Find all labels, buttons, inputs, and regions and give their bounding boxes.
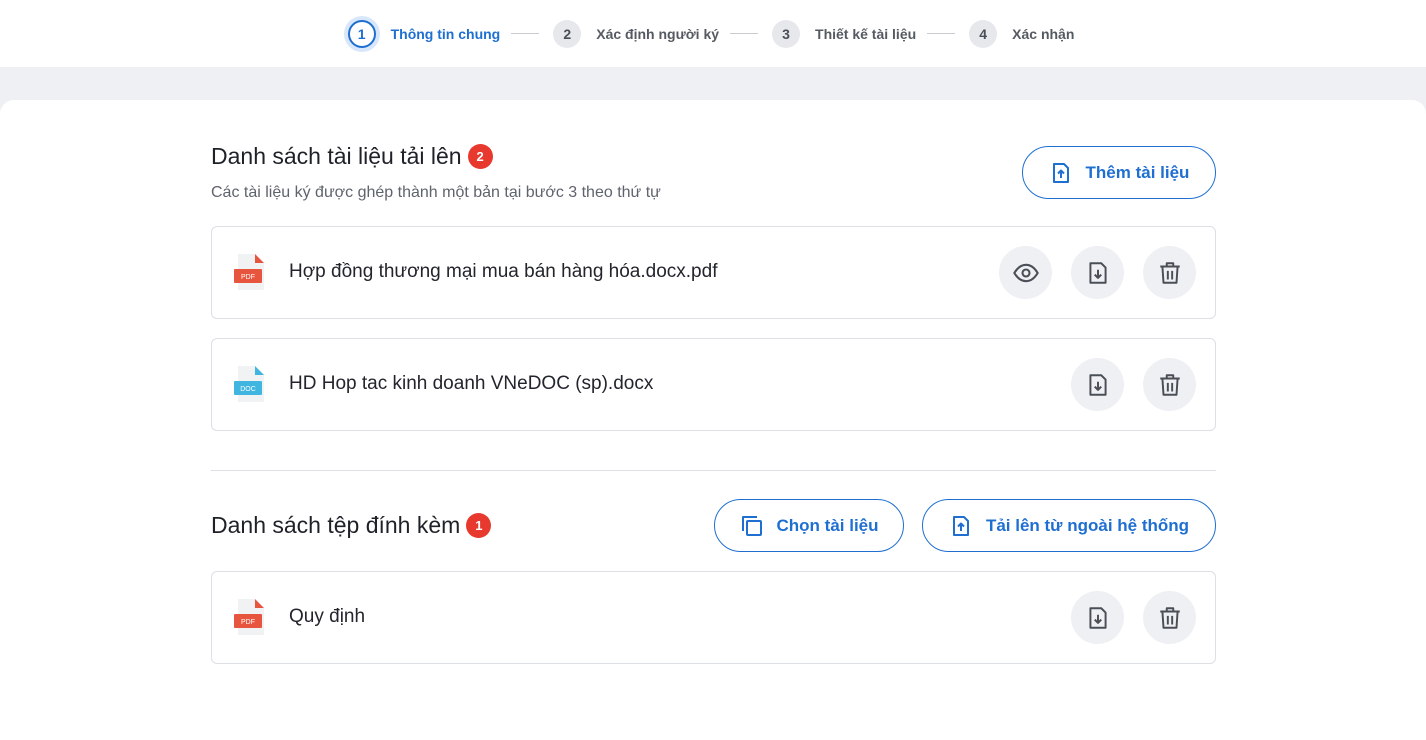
attachment-row: PDF Quy định (211, 571, 1216, 664)
attachments-count-badge: 1 (466, 513, 492, 538)
download-icon (1088, 606, 1107, 629)
stepper: 1 Thông tin chung 2 Xác định người ký 3 … (347, 19, 1075, 48)
step-3[interactable]: 3 Thiết kế tài liệu (772, 19, 917, 48)
delete-button[interactable] (1143, 358, 1196, 411)
download-icon (1088, 261, 1107, 284)
step-number: 1 (347, 19, 376, 48)
document-row: DOC HD Hop tac kinh doanh VNeDOC (sp).do… (211, 338, 1216, 431)
attachments-section-title: Danh sách tệp đính kèm 1 (211, 512, 492, 539)
step-connector (730, 33, 759, 34)
download-button[interactable] (1071, 358, 1124, 411)
pdf-file-icon: PDF (234, 598, 268, 643)
delete-button[interactable] (1143, 246, 1196, 299)
file-type-label: DOC (240, 386, 256, 393)
upload-icon (952, 515, 969, 536)
copy-icon (741, 515, 762, 536)
step-2[interactable]: 2 Xác định người ký (553, 19, 720, 48)
attachment-name[interactable]: Quy định (289, 606, 365, 628)
step-label: Xác định người ký (596, 25, 720, 42)
file-type-label: PDF (241, 619, 255, 626)
trash-icon (1159, 606, 1180, 629)
doc-file-icon: DOC (234, 365, 268, 410)
add-document-label: Thêm tài liệu (1085, 162, 1190, 182)
step-connector (511, 33, 540, 34)
documents-title: Danh sách tài liệu tải lên (211, 143, 462, 169)
download-button[interactable] (1071, 591, 1124, 644)
documents-subtitle: Các tài liệu ký được ghép thành một bản … (211, 184, 661, 201)
choose-document-button[interactable]: Chọn tài liệu (714, 499, 904, 552)
document-name[interactable]: HD Hop tac kinh doanh VNeDOC (sp).docx (289, 373, 653, 395)
document-name[interactable]: Hợp đồng thương mại mua bán hàng hóa.doc… (289, 261, 717, 283)
step-4[interactable]: 4 Xác nhận (969, 19, 1075, 48)
step-number: 2 (553, 19, 582, 48)
trash-icon (1159, 261, 1180, 284)
choose-document-label: Chọn tài liệu (776, 515, 879, 535)
step-label: Thông tin chung (390, 25, 501, 42)
step-number: 4 (969, 19, 998, 48)
section-divider (211, 470, 1216, 471)
view-button[interactable] (999, 246, 1052, 299)
step-label: Thiết kế tài liệu (815, 25, 917, 42)
documents-count-badge: 2 (467, 144, 493, 169)
pdf-file-icon: PDF (234, 253, 268, 298)
step-connector (927, 33, 956, 34)
upload-external-button[interactable]: Tải lên từ ngoài hệ thống (922, 499, 1216, 552)
documents-section-title: Danh sách tài liệu tải lên 2 (211, 143, 493, 170)
eye-icon (1012, 263, 1039, 282)
add-document-button[interactable]: Thêm tài liệu (1022, 146, 1216, 199)
step-label: Xác nhận (1012, 25, 1075, 42)
file-type-label: PDF (241, 274, 255, 281)
upload-icon (1052, 162, 1069, 183)
download-icon (1088, 373, 1107, 396)
document-row: PDF Hợp đồng thương mại mua bán hàng hóa… (211, 226, 1216, 319)
delete-button[interactable] (1143, 591, 1196, 644)
step-1[interactable]: 1 Thông tin chung (347, 19, 501, 48)
upload-external-label: Tải lên từ ngoài hệ thống (985, 515, 1190, 535)
attachments-title: Danh sách tệp đính kèm (211, 512, 461, 538)
trash-icon (1159, 373, 1180, 396)
step-number: 3 (772, 19, 801, 48)
stepper-bar: 1 Thông tin chung 2 Xác định người ký 3 … (0, 0, 1426, 67)
download-button[interactable] (1071, 246, 1124, 299)
